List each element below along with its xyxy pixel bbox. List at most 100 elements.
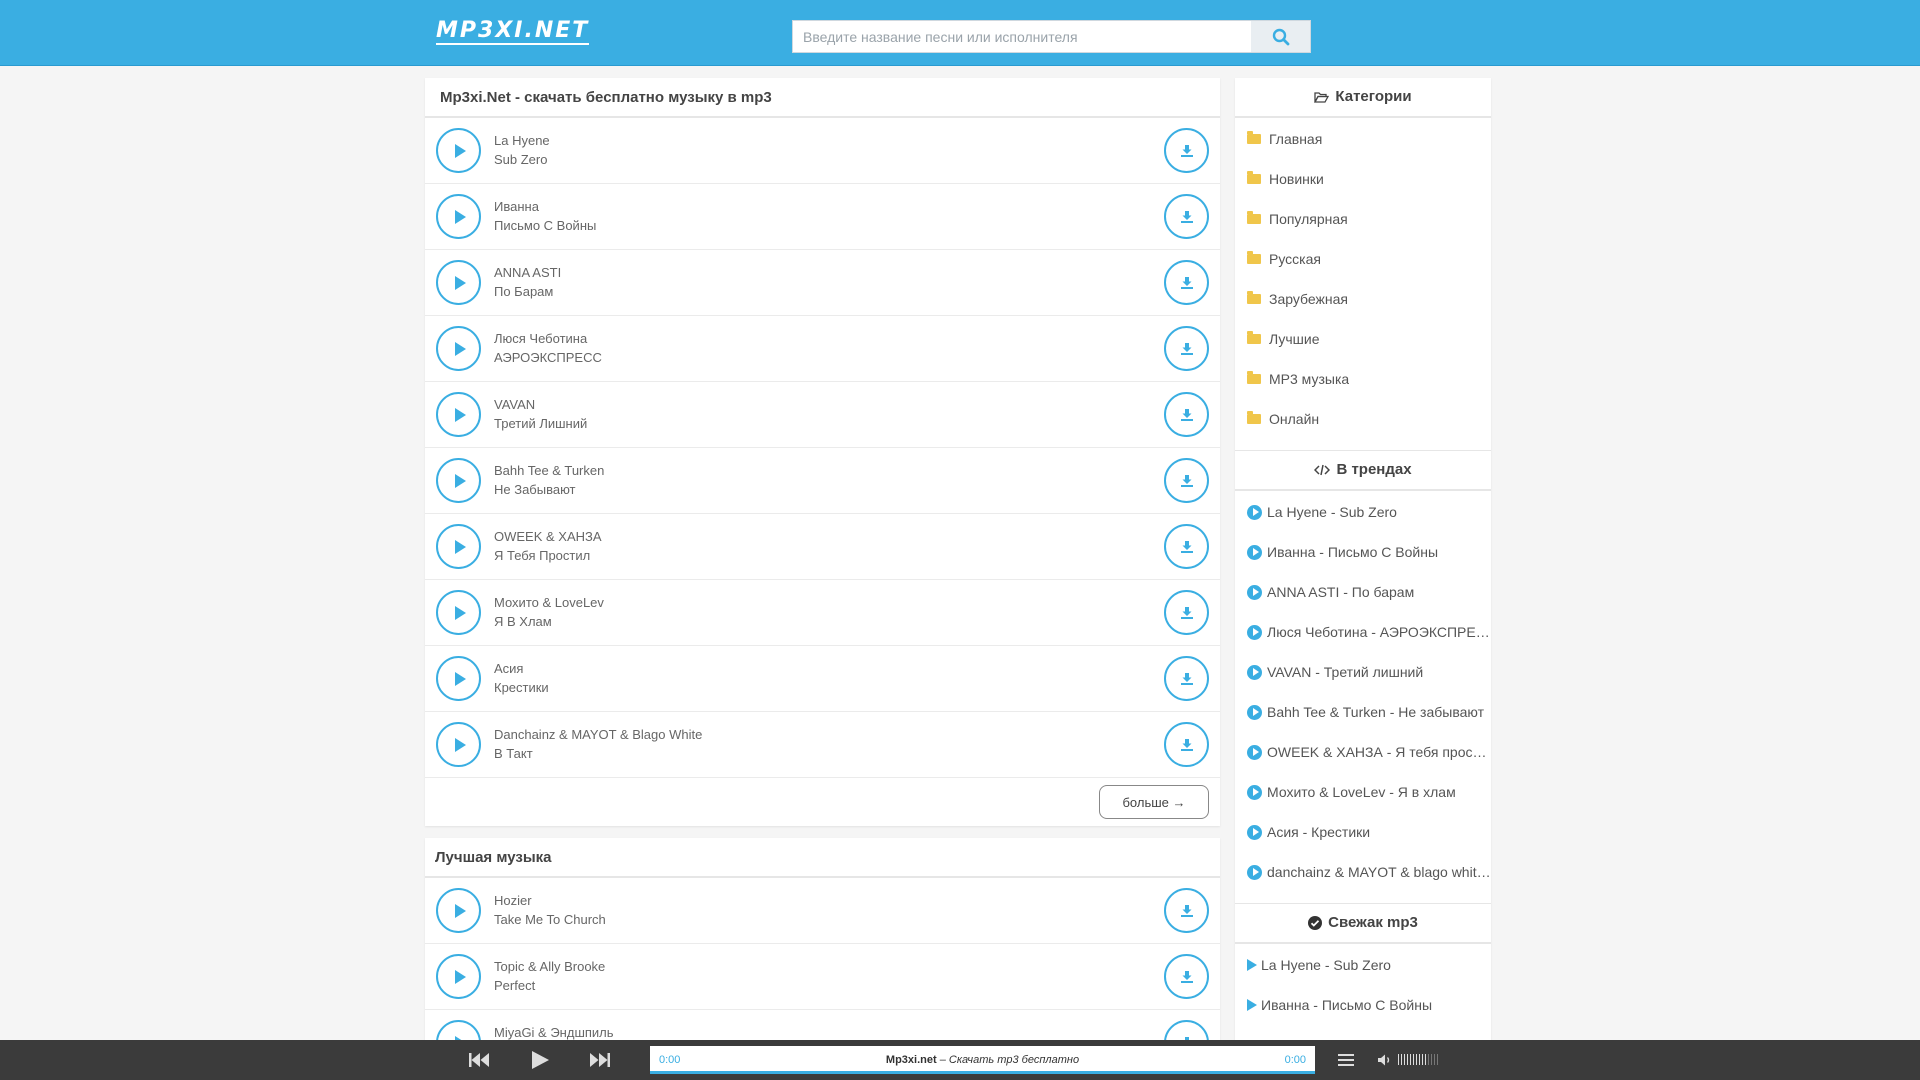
playlist-button[interactable] bbox=[1336, 1040, 1356, 1080]
volume-slider[interactable] bbox=[1398, 1054, 1438, 1065]
play-button[interactable] bbox=[436, 326, 481, 371]
track-title[interactable]: Не Забывают bbox=[494, 482, 576, 497]
download-button[interactable] bbox=[1164, 458, 1209, 503]
download-button[interactable] bbox=[1164, 954, 1209, 999]
download-icon bbox=[1180, 904, 1193, 917]
play-icon bbox=[1247, 959, 1257, 971]
track-artist[interactable]: Bahh Tee & Turken bbox=[494, 463, 604, 478]
play-button[interactable] bbox=[436, 722, 481, 767]
track-row: Bahh Tee & Turken Не Забывают bbox=[425, 448, 1220, 514]
trend-item[interactable]: Bahh Tee & Turken - Не забывают bbox=[1235, 692, 1491, 732]
track-title[interactable]: В Такт bbox=[494, 746, 533, 761]
track-artist[interactable]: Hozier bbox=[494, 893, 532, 908]
fresh-item[interactable]: La Hyene - Sub Zero bbox=[1235, 945, 1491, 985]
play-button[interactable] bbox=[436, 954, 481, 999]
download-icon bbox=[1180, 144, 1193, 157]
category-item[interactable]: Главная bbox=[1235, 119, 1491, 159]
track-title[interactable]: Я В Хлам bbox=[494, 614, 552, 629]
category-item[interactable]: Популярная bbox=[1235, 199, 1491, 239]
volume-bar bbox=[1437, 1054, 1438, 1065]
trend-item[interactable]: OWEEK & ХАНЗА - Я тебя простил bbox=[1235, 732, 1491, 772]
download-button[interactable] bbox=[1164, 194, 1209, 239]
track-row: Danchainz & MAYOT & Blago White В Такт bbox=[425, 712, 1220, 778]
category-item[interactable]: Лучшие bbox=[1235, 319, 1491, 359]
page-title: Mp3xi.Net - скачать бесплатно музыку в m… bbox=[425, 78, 1220, 118]
track-artist[interactable]: Мохито & LoveLev bbox=[494, 595, 604, 610]
sidebar: Категории Главная Новинки Популярная Русска… bbox=[1235, 78, 1491, 1080]
category-item[interactable]: Онлайн bbox=[1235, 399, 1491, 439]
now-playing: Mp3xi.net – Скачать mp3 бесплатно bbox=[650, 1054, 1315, 1066]
play-button[interactable] bbox=[436, 590, 481, 635]
track-row: Hozier Take Me To Church bbox=[425, 878, 1220, 944]
track-title[interactable]: Крестики bbox=[494, 680, 549, 695]
track-artist[interactable]: VAVAN bbox=[494, 397, 535, 412]
track-artist[interactable]: Асия bbox=[494, 661, 523, 676]
track-title[interactable]: По Барам bbox=[494, 284, 553, 299]
play-button[interactable] bbox=[436, 458, 481, 503]
play-button[interactable] bbox=[528, 1040, 552, 1080]
trend-label: Иванна - Письмо С Войны bbox=[1267, 544, 1439, 560]
track-title[interactable]: Perfect bbox=[494, 978, 535, 993]
search-button[interactable] bbox=[1251, 20, 1311, 53]
more-button[interactable]: больше → bbox=[1099, 785, 1209, 819]
category-item[interactable]: Новинки bbox=[1235, 159, 1491, 199]
track-artist[interactable]: Иванна bbox=[494, 199, 539, 214]
track-artist[interactable]: La Hyene bbox=[494, 133, 550, 148]
play-button[interactable] bbox=[436, 656, 481, 701]
download-button[interactable] bbox=[1164, 392, 1209, 437]
play-button[interactable] bbox=[436, 194, 481, 239]
track-title[interactable]: Третий Лишний bbox=[494, 416, 587, 431]
trend-item[interactable]: danchainz & MAYOT & blago white - В такт bbox=[1235, 852, 1491, 892]
trend-item[interactable]: Иванна - Письмо С Войны bbox=[1235, 532, 1491, 572]
category-item[interactable]: МР3 музыка bbox=[1235, 359, 1491, 399]
track-artist[interactable]: ANNA ASTI bbox=[494, 265, 561, 280]
site-logo[interactable]: MP3XI.NET bbox=[436, 20, 590, 45]
category-item[interactable]: Русская bbox=[1235, 239, 1491, 279]
track-progress-bar[interactable]: 0:00 Mp3xi.net – Скачать mp3 бесплатно 0… bbox=[650, 1046, 1315, 1074]
track-artist[interactable]: MiyaGi & Эндшпиль bbox=[494, 1025, 614, 1040]
trend-item[interactable]: ANNA ASTI - По барам bbox=[1235, 572, 1491, 612]
search-input[interactable] bbox=[792, 20, 1252, 53]
track-title[interactable]: Sub Zero bbox=[494, 152, 547, 167]
trend-label: danchainz & MAYOT & blago white - В такт bbox=[1267, 864, 1491, 880]
next-button[interactable] bbox=[588, 1040, 612, 1080]
previous-button[interactable] bbox=[466, 1040, 492, 1080]
trend-item[interactable]: Люся Чеботина - АЭРОЭКСПРЕСС bbox=[1235, 612, 1491, 652]
track-artist[interactable]: Topic & Ally Brooke bbox=[494, 959, 605, 974]
volume-bar bbox=[1410, 1054, 1411, 1065]
trends-title: В трендах bbox=[1336, 461, 1412, 478]
download-button[interactable] bbox=[1164, 656, 1209, 701]
download-button[interactable] bbox=[1164, 524, 1209, 569]
play-button[interactable] bbox=[436, 524, 481, 569]
play-circle-icon bbox=[1247, 824, 1262, 840]
trend-label: Мохито & LoveLev - Я в хлам bbox=[1267, 784, 1456, 800]
track-title[interactable]: Take Me To Church bbox=[494, 912, 606, 927]
track-title[interactable]: Письмо С Войны bbox=[494, 218, 596, 233]
track-artist[interactable]: OWEEK & ХАНЗА bbox=[494, 529, 602, 544]
download-button[interactable] bbox=[1164, 590, 1209, 635]
download-button[interactable] bbox=[1164, 260, 1209, 305]
play-button[interactable] bbox=[436, 392, 481, 437]
audio-player: 0:00 Mp3xi.net – Скачать mp3 бесплатно 0… bbox=[0, 1040, 1920, 1080]
play-button[interactable] bbox=[436, 128, 481, 173]
download-button[interactable] bbox=[1164, 722, 1209, 767]
download-button[interactable] bbox=[1164, 128, 1209, 173]
trend-item[interactable]: Мохито & LoveLev - Я в хлам bbox=[1235, 772, 1491, 812]
play-button[interactable] bbox=[436, 888, 481, 933]
track-title[interactable]: Я Тебя Простил bbox=[494, 548, 590, 563]
track-artist[interactable]: Danchainz & MAYOT & Blago White bbox=[494, 727, 702, 742]
trend-item[interactable]: VAVAN - Третий лишний bbox=[1235, 652, 1491, 692]
download-button[interactable] bbox=[1164, 888, 1209, 933]
trend-item[interactable]: La Hyene - Sub Zero bbox=[1235, 492, 1491, 532]
category-item[interactable]: Зарубежная bbox=[1235, 279, 1491, 319]
track-artist[interactable]: Люся Чеботина bbox=[494, 331, 587, 346]
fresh-title: Свежак mp3 bbox=[1328, 914, 1418, 931]
volume-bar bbox=[1407, 1054, 1408, 1065]
fresh-item[interactable]: Иванна - Письмо С Войны bbox=[1235, 985, 1491, 1025]
trend-item[interactable]: Асия - Крестики bbox=[1235, 812, 1491, 852]
play-icon bbox=[455, 143, 466, 158]
volume-button[interactable] bbox=[1376, 1040, 1394, 1080]
download-button[interactable] bbox=[1164, 326, 1209, 371]
track-title[interactable]: АЭРОЭКСПРЕСС bbox=[494, 350, 602, 365]
play-button[interactable] bbox=[436, 260, 481, 305]
